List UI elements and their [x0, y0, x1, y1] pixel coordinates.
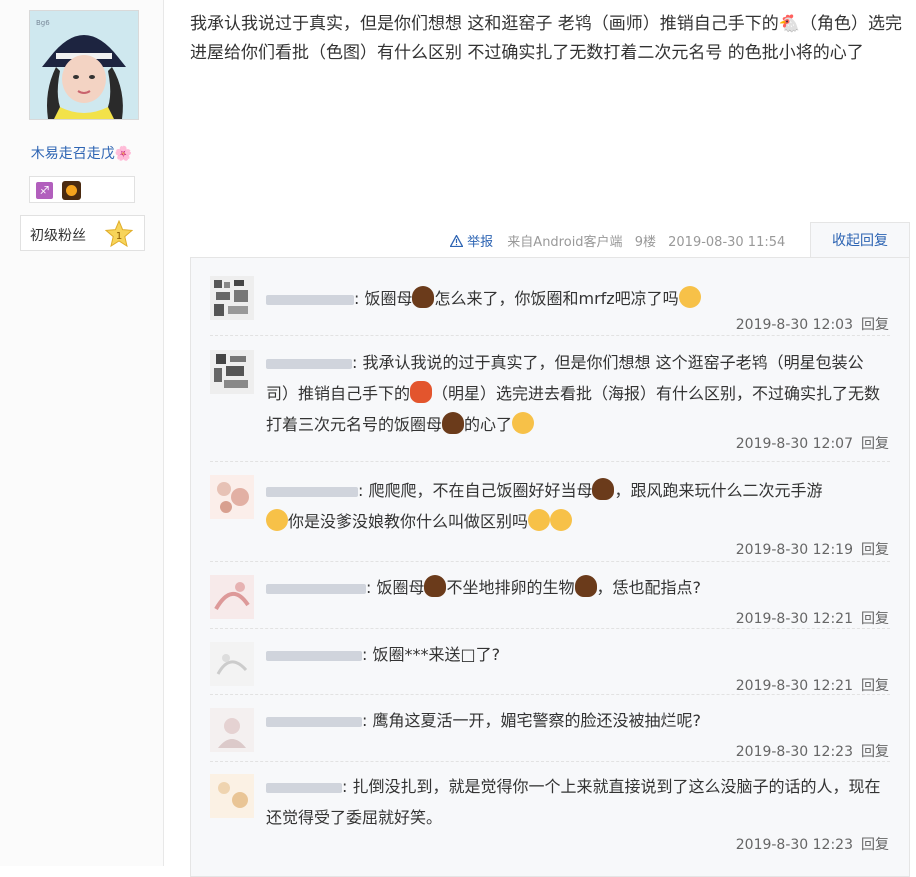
dog-emoji-icon — [442, 412, 465, 434]
divider — [210, 694, 890, 695]
collapse-replies-button[interactable]: 收起回复 — [810, 222, 910, 258]
sagittarius-badge-icon[interactable]: ♐ — [36, 182, 53, 199]
wink-emoji-icon — [528, 509, 551, 531]
reply-avatar[interactable] — [210, 708, 254, 752]
reply-avatar[interactable] — [210, 774, 254, 818]
reply-meta: 2019-8-30 12:07 回复 — [736, 433, 889, 453]
reply-meta: 2019-8-30 12:03 回复 — [736, 314, 889, 334]
divider — [210, 761, 890, 762]
reply-button[interactable]: 回复 — [861, 317, 889, 333]
report-link[interactable]: 举报 — [449, 234, 497, 250]
reply-button[interactable]: 回复 — [861, 436, 889, 452]
reply-text: : 鹰角这夏活一开，媚宅警察的脸还没被抽烂呢? — [266, 705, 886, 736]
post-content: 我承认我说过于真实，但是你们想想 这和逛窑子 老鸨（画师）推销自己手下的🐔（角色… — [190, 14, 902, 63]
wink-emoji-icon — [266, 509, 288, 531]
dog-emoji-icon — [412, 286, 435, 308]
reply-username[interactable] — [266, 357, 352, 371]
username-link[interactable]: 木易走召走戊🌸 — [0, 143, 163, 163]
dog-emoji-icon — [574, 575, 597, 597]
reply-username[interactable] — [266, 293, 354, 307]
reply-time: 2019-8-30 12:21 — [735, 611, 853, 627]
reply-username[interactable] — [266, 781, 342, 795]
reply-meta: 2019-8-30 12:21 回复 — [736, 675, 889, 695]
report-label: 举报 — [467, 235, 494, 250]
divider — [210, 461, 890, 462]
warning-icon — [449, 234, 464, 248]
reply-username[interactable] — [266, 715, 362, 729]
reply-time: 2019-8-30 12:19 — [735, 542, 853, 558]
reply-avatar[interactable] — [210, 642, 254, 686]
reply-text: : 爬爬爬，不在自己饭圈好好当母 ，跟风跑来玩什么二次元手游 你是没爹没娘教你什么叫… — [266, 475, 886, 537]
post-floor: 9楼 — [634, 235, 656, 250]
dog-emoji-icon — [424, 575, 447, 597]
divider — [210, 335, 890, 336]
dog-emoji-icon — [592, 478, 615, 500]
reply-meta: 2019-8-30 12:23 回复 — [736, 834, 889, 854]
reply-avatar[interactable] — [210, 276, 254, 320]
reply-button[interactable]: 回复 — [861, 542, 889, 558]
svg-text:Bg6: Bg6 — [36, 19, 50, 27]
divider — [210, 561, 890, 562]
sun-badge-icon[interactable] — [62, 181, 81, 200]
author-sidebar: Bg6 木易走召走戊🌸 ♐ 初级粉丝 1 — [0, 0, 164, 866]
reply-text: : 饭圈母 怎么来了，你饭圈和mrfz吧凉了吗 — [266, 283, 886, 314]
reply-text: : 饭圈母 不坐地排卵的生物 ，恁也配指点? — [266, 572, 886, 603]
star-badge-icon: 1 — [105, 220, 133, 248]
reply-meta: 2019-8-30 12:23 回复 — [736, 741, 889, 761]
divider — [210, 628, 890, 629]
reply-avatar[interactable] — [210, 475, 254, 519]
reply-username[interactable] — [266, 649, 362, 663]
reply-button[interactable]: 回复 — [861, 611, 889, 627]
post-source: 来自Android客户端 — [507, 235, 623, 250]
post-time: 2019-08-30 11:54 — [668, 235, 786, 250]
laugh-emoji-icon — [512, 412, 535, 434]
reply-button[interactable]: 回复 — [861, 678, 889, 694]
reply-time: 2019-8-30 12:21 — [735, 678, 853, 694]
fan-level-box[interactable]: 初级粉丝 1 — [20, 215, 145, 251]
laugh-emoji-icon — [678, 286, 701, 308]
reply-text: : 饭圈***来送□了? — [266, 639, 886, 670]
reply-text: : 扎倒没扎到，就是觉得你一个上来就直接说到了这么没脑子的话的人，现在还觉得受了… — [266, 777, 881, 827]
reply-meta: 2019-8-30 12:19 回复 — [736, 539, 889, 559]
reply-text: : 我承认我说的过于真实了，但是你们想想 这个逛窑子老鸨（明星包装公司）推销自己… — [266, 353, 881, 434]
chicken-emoji-icon — [410, 381, 433, 403]
reply-button[interactable]: 回复 — [861, 837, 889, 853]
reply-username[interactable] — [266, 582, 366, 596]
reply-time: 2019-8-30 12:23 — [735, 744, 853, 760]
reply-list: : 饭圈母 怎么来了，你饭圈和mrfz吧凉了吗 2019-8-30 12:03 回复… — [190, 257, 910, 877]
reply-time: 2019-8-30 12:23 — [735, 837, 853, 853]
avatar[interactable]: Bg6 — [29, 10, 139, 120]
reply-button[interactable]: 回复 — [861, 744, 889, 760]
badge-row: ♐ — [29, 176, 135, 203]
reply-meta: 2019-8-30 12:21 回复 — [736, 608, 889, 628]
reply-username[interactable] — [266, 485, 358, 499]
reply-time: 2019-8-30 12:07 — [735, 436, 853, 452]
reply-time: 2019-8-30 12:03 — [735, 317, 853, 333]
laugh-emoji-icon — [550, 509, 573, 531]
svg-text:1: 1 — [116, 231, 122, 242]
reply-avatar[interactable] — [210, 350, 254, 394]
reply-avatar[interactable] — [210, 575, 254, 619]
post-meta: 举报 来自Android客户端 9楼 2019-08-30 11:54 — [449, 231, 786, 250]
fan-level-label: 初级粉丝 — [30, 228, 86, 244]
